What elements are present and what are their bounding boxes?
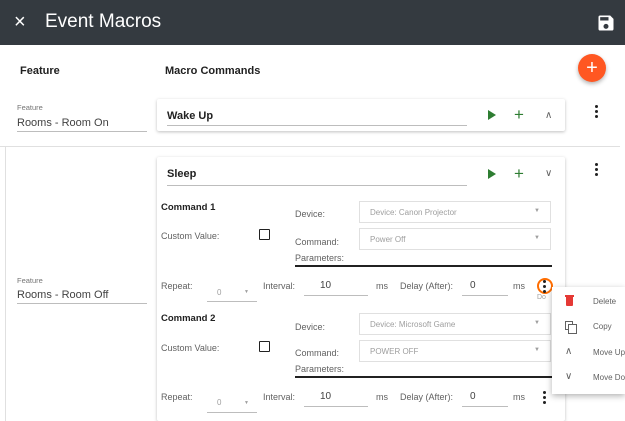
command-label: Command:	[295, 348, 340, 358]
feature-underline	[17, 303, 147, 304]
chevron-down-icon[interactable]: ∨	[545, 168, 552, 179]
repeat-label: Repeat:	[161, 281, 193, 291]
command-context-menu: Delete Copy ∧ Move Up ∨ Move Do	[552, 287, 625, 394]
interval-input[interactable]: 10	[320, 280, 331, 291]
repeat-label: Repeat:	[161, 392, 193, 402]
add-command-icon[interactable]: +	[514, 165, 524, 182]
custom-value-label: Custom Value:	[161, 343, 220, 353]
command-select[interactable]: POWER OFF ▼	[359, 340, 551, 362]
delay-underline	[462, 295, 508, 296]
add-macro-button[interactable]: +	[578, 54, 606, 82]
menu-item-copy[interactable]: Copy	[552, 314, 625, 339]
command-title: Command 2	[161, 313, 216, 324]
copy-icon	[565, 321, 577, 334]
dropdown-arrow-icon: ▼	[534, 320, 540, 326]
column-header-feature: Feature	[20, 65, 60, 77]
interval-label: Interval:	[263, 281, 296, 291]
column-header-macro-commands: Macro Commands	[165, 65, 261, 77]
dropdown-arrow-icon: ▼	[244, 400, 249, 406]
feature-value[interactable]: Rooms - Room On	[17, 117, 109, 129]
custom-value-checkbox[interactable]	[259, 229, 270, 240]
macro-card-wake-up: Wake Up + ∧	[157, 99, 565, 131]
parameters-input[interactable]	[295, 265, 552, 267]
command-label: Command:	[295, 237, 340, 247]
dropdown-arrow-icon: ▼	[244, 289, 249, 295]
delay-input[interactable]: 0	[470, 280, 476, 291]
macro-name[interactable]: Wake Up	[167, 110, 213, 122]
feature-label: Feature	[17, 103, 43, 112]
play-icon[interactable]	[488, 110, 496, 120]
page-title: Event Macros	[45, 11, 162, 32]
chevron-up-icon[interactable]: ∧	[545, 110, 552, 121]
feature-value[interactable]: Rooms - Room Off	[17, 289, 109, 301]
macro-name-underline	[167, 185, 467, 186]
left-border	[5, 146, 6, 421]
chevron-down-icon: ∨	[565, 371, 573, 382]
parameters-label: Parameters:	[295, 253, 345, 263]
menu-tooltip-text: Do	[537, 294, 546, 301]
command-title: Command 1	[161, 202, 216, 213]
menu-item-label: Delete	[593, 297, 617, 306]
row-divider	[0, 146, 620, 147]
macro-name[interactable]: Sleep	[167, 168, 196, 180]
device-value: Device: Microsoft Game	[370, 320, 456, 329]
menu-item-label: Move Do	[593, 373, 625, 382]
menu-item-label: Move Up	[593, 348, 625, 357]
interval-unit: ms	[376, 392, 388, 402]
delay-label: Delay (After):	[400, 281, 454, 291]
delay-label: Delay (After):	[400, 392, 454, 402]
device-label: Device:	[295, 322, 326, 332]
interval-underline	[304, 295, 368, 296]
macro-name-underline	[167, 125, 467, 126]
repeat-underline	[207, 301, 257, 302]
repeat-value[interactable]: 0	[217, 398, 221, 407]
device-label: Device:	[295, 209, 326, 219]
feature-label: Feature	[17, 276, 43, 285]
command-menu-icon[interactable]	[543, 280, 547, 295]
command-select[interactable]: Power Off ▼	[359, 228, 551, 250]
add-command-icon[interactable]: +	[514, 106, 524, 123]
menu-item-delete[interactable]: Delete	[552, 289, 625, 314]
command-menu-icon[interactable]	[543, 391, 547, 406]
dropdown-arrow-icon: ▼	[534, 235, 540, 241]
delay-underline	[462, 406, 508, 407]
device-value: Device: Canon Projector	[370, 208, 457, 217]
command-value: POWER OFF	[370, 347, 419, 356]
feature-underline	[17, 131, 147, 132]
chevron-up-icon: ∧	[565, 346, 573, 357]
repeat-underline	[207, 412, 257, 413]
custom-value-label: Custom Value:	[161, 231, 220, 241]
menu-item-move-up[interactable]: ∧ Move Up	[552, 340, 625, 365]
play-icon[interactable]	[488, 169, 496, 179]
device-select[interactable]: Device: Canon Projector ▼	[359, 201, 551, 223]
interval-unit: ms	[376, 281, 388, 291]
delay-unit: ms	[513, 281, 525, 291]
command-value: Power Off	[370, 235, 406, 244]
save-icon[interactable]	[596, 13, 616, 33]
dropdown-arrow-icon: ▼	[534, 208, 540, 214]
trash-icon	[565, 295, 574, 306]
device-select[interactable]: Device: Microsoft Game ▼	[359, 313, 551, 335]
parameters-input[interactable]	[295, 376, 552, 378]
delay-input[interactable]: 0	[470, 391, 476, 402]
menu-item-move-down[interactable]: ∨ Move Do	[552, 365, 625, 390]
close-icon[interactable]: ×	[14, 9, 26, 35]
row-menu-icon[interactable]	[595, 105, 599, 120]
custom-value-checkbox[interactable]	[259, 341, 270, 352]
menu-item-label: Copy	[593, 322, 612, 331]
interval-underline	[304, 406, 368, 407]
delay-unit: ms	[513, 392, 525, 402]
dropdown-arrow-icon: ▼	[534, 347, 540, 353]
repeat-value[interactable]: 0	[217, 288, 221, 297]
app-bar: × Event Macros	[0, 0, 625, 45]
interval-input[interactable]: 10	[320, 391, 331, 402]
row-menu-icon[interactable]	[595, 163, 599, 178]
interval-label: Interval:	[263, 392, 296, 402]
parameters-label: Parameters:	[295, 364, 345, 374]
